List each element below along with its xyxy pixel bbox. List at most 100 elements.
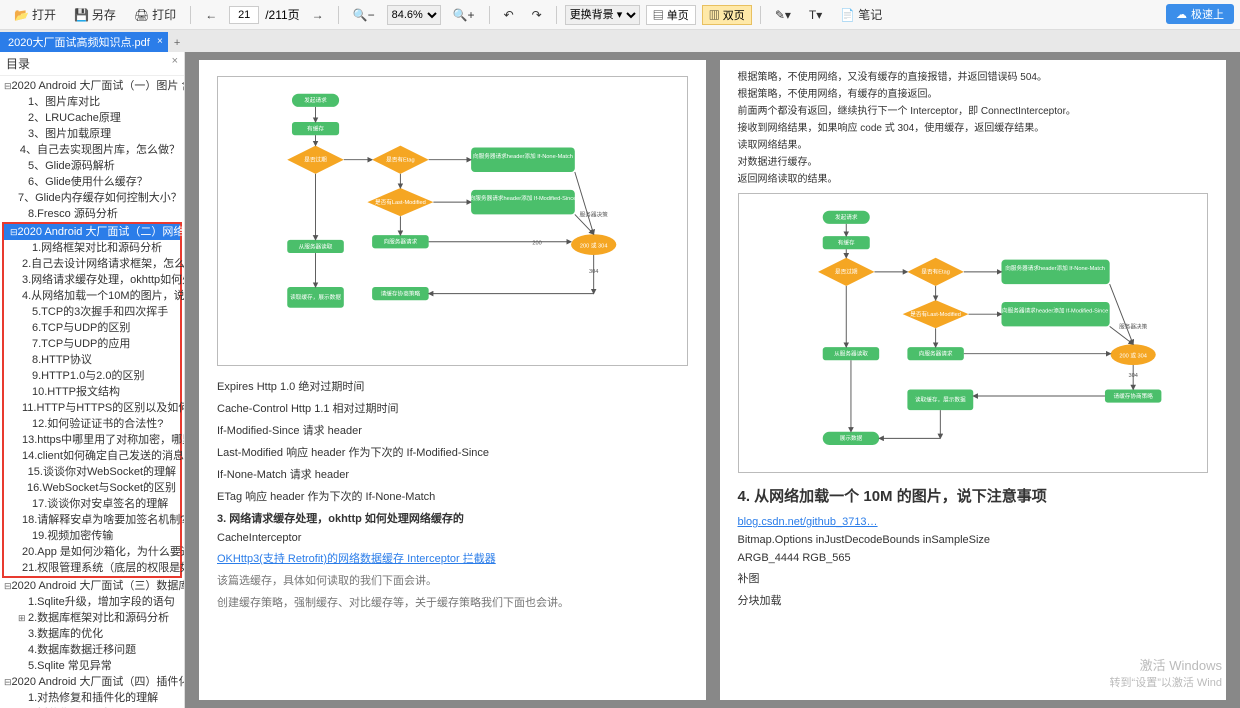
cloud-icon: ☁	[1176, 8, 1187, 21]
page-input[interactable]	[229, 6, 259, 24]
svg-text:是否有Etag: 是否有Etag	[921, 268, 949, 276]
text-line: 前面两个都没有返回，继续执行下一个 Interceptor，即 ConnectI…	[738, 104, 1209, 119]
outline-item[interactable]: 13.https中哪里用了对称加密，哪里用	[4, 432, 180, 448]
single-page-button[interactable]: ▤ 单页	[646, 5, 696, 25]
outline-item[interactable]: 4.从网络加载一个10M的图片，说下注	[4, 288, 180, 304]
outline-item[interactable]: 6.TCP与UDP的区别	[4, 320, 180, 336]
note-button[interactable]: 📄笔记	[834, 4, 888, 25]
text-line: 返回网络读取的结果。	[738, 172, 1209, 187]
outline-header: 目录×	[0, 52, 184, 76]
outline-item[interactable]: 1.网络框架对比和源码分析	[4, 240, 180, 256]
text-line: CacheInterceptor	[217, 532, 688, 544]
outline-item[interactable]: 21.权限管理系统（底层的权限是如何	[4, 560, 180, 576]
zoom-select[interactable]: 84.6%	[387, 5, 441, 25]
background-select[interactable]: 更换背景 ▾	[565, 5, 640, 25]
text-line: ARGB_4444 RGB_565	[738, 552, 1209, 564]
svg-text:向服务器请求: 向服务器请求	[918, 350, 952, 358]
close-icon[interactable]: ×	[157, 36, 163, 47]
add-tab-button[interactable]: +	[168, 34, 186, 52]
flowchart-left: 发起请求 有缓存 是否过期 是否有Etag 向服务器请求header添加 If-…	[217, 76, 688, 366]
outline-item[interactable]: 11.HTTP与HTTPS的区别以及如何实现	[4, 400, 180, 416]
outline-item[interactable]: 2.自己去设计网络请求框架，怎么做？	[4, 256, 180, 272]
undo-button[interactable]: ↶	[498, 6, 520, 24]
outline-item[interactable]: 3、图片加载原理	[0, 126, 184, 142]
print-icon: 🖨	[134, 8, 149, 22]
outline-item[interactable]: 6、Glide使用什么缓存？	[0, 174, 184, 190]
outline-item[interactable]: 1、图片库对比	[0, 94, 184, 110]
outline-item[interactable]: ⊞2.数据库框架对比和源码分析	[0, 610, 184, 626]
double-page-button[interactable]: ▥ 双页	[702, 5, 752, 25]
svg-text:读取缓存，展示数据: 读取缓存，展示数据	[915, 396, 966, 404]
open-button[interactable]: 📂打开	[8, 4, 62, 25]
text-line: Last-Modified 响应 header 作为下次的 If-Modifie…	[217, 444, 688, 460]
text-line: 补图	[738, 570, 1209, 586]
outline-item[interactable]: 2、LRUCache原理	[0, 110, 184, 126]
svg-text:向服务器请求header添加 If-Modified-Sin: 向服务器请求header添加 If-Modified-Since	[470, 194, 577, 202]
save-icon: 💾	[74, 8, 89, 22]
outline-item[interactable]: 15.谈谈你对WebSocket的理解	[4, 464, 180, 480]
outline-item[interactable]: 16.WebSocket与Socket的区别	[4, 480, 180, 496]
close-icon[interactable]: ×	[172, 55, 178, 67]
svg-text:有缓存: 有缓存	[307, 124, 324, 132]
save-button[interactable]: 💾另存	[68, 4, 122, 25]
outline-item[interactable]: 4、自己去实现图片库，怎么做？	[0, 142, 184, 158]
open-icon: 📂	[14, 8, 29, 22]
windows-watermark: 激活 Windows 转到“设置”以激活 Wind	[1110, 655, 1222, 690]
hyperlink[interactable]: blog.csdn.net/github_3713…	[738, 516, 1209, 528]
outline-sidebar: 目录× ⊟2020 Android 大厂面试（一）图片 含 答… 1、图片库对比…	[0, 52, 185, 708]
text-line: Bitmap.Options inJustDecodeBounds inSamp…	[738, 534, 1209, 546]
outline-item[interactable]: 20.App 是如何沙箱化，为什么要这么	[4, 544, 180, 560]
svg-text:是否有Last-Modified: 是否有Last-Modified	[910, 310, 961, 318]
outline-section[interactable]: ⊟2020 Android 大厂面试（一）图片 含 答…	[0, 78, 184, 94]
outline-item[interactable]: 1.对热修复和插件化的理解	[0, 690, 184, 706]
outline-item[interactable]: 8.HTTP协议	[4, 352, 180, 368]
text-line: If-Modified-Since 请求 header	[217, 422, 688, 438]
outline-tree[interactable]: ⊟2020 Android 大厂面试（一）图片 含 答… 1、图片库对比2、LR…	[0, 76, 184, 708]
outline-item[interactable]: 14.client如何确定自己发送的消息被se	[4, 448, 180, 464]
text-button[interactable]: T▾	[803, 6, 828, 24]
outline-item[interactable]: 9.HTTP1.0与2.0的区别	[4, 368, 180, 384]
zoom-in-button[interactable]: 🔍+	[447, 6, 481, 24]
file-tab[interactable]: 2020大厂面试高频知识点.pdf×	[0, 32, 168, 52]
outline-item[interactable]: 3.网络请求缓存处理，okhttp如何处理	[4, 272, 180, 288]
outline-item[interactable]: 12.如何验证证书的合法性?	[4, 416, 180, 432]
outline-item[interactable]: 5.TCP的3次握手和四次挥手	[4, 304, 180, 320]
page-total: /211页	[265, 6, 299, 23]
outline-item[interactable]: 3.数据库的优化	[0, 626, 184, 642]
outline-item[interactable]: 10.HTTP报文结构	[4, 384, 180, 400]
note-icon: 📄	[840, 8, 855, 22]
zoom-out-button[interactable]: 🔍−	[347, 6, 381, 24]
svg-text:服务器决策: 服务器决策	[1119, 322, 1148, 330]
outline-section[interactable]: ⊟2020 Android 大厂面试（三）数据库 含	[0, 578, 184, 594]
page-viewer[interactable]: 发起请求 有缓存 是否过期 是否有Etag 向服务器请求header添加 If-…	[185, 52, 1240, 708]
highlight-button[interactable]: ✎▾	[769, 6, 797, 24]
hyperlink[interactable]: OKHttp3(支持 Retrofit)的网络数据缓存 Interceptor …	[217, 550, 688, 566]
next-page-button[interactable]: →	[306, 6, 330, 24]
outline-item[interactable]: 7.TCP与UDP的应用	[4, 336, 180, 352]
outline-item[interactable]: 17.谈谈你对安卓签名的理解	[4, 496, 180, 512]
outline-item[interactable]: 5、Glide源码解析	[0, 158, 184, 174]
svg-text:发起请求: 发起请求	[304, 96, 327, 104]
outline-section-active[interactable]: ⊟2020 Android 大厂面试（二）网络和安…	[4, 224, 180, 240]
redo-button[interactable]: ↷	[526, 6, 548, 24]
outline-item[interactable]: 19.视频加密传输	[4, 528, 180, 544]
pdf-page-left: 发起请求 有缓存 是否过期 是否有Etag 向服务器请求header添加 If-…	[199, 60, 706, 700]
outline-item[interactable]: 4.数据库数据迁移问题	[0, 642, 184, 658]
prev-page-button[interactable]: ←	[199, 6, 223, 24]
cloud-badge[interactable]: ☁极速上	[1166, 4, 1234, 24]
outline-item[interactable]: 1.Sqlite升级，增加字段的语句	[0, 594, 184, 610]
outline-section[interactable]: ⊟2020 Android 大厂面试（四）插件化、…	[0, 674, 184, 690]
pdf-page-right: 根据策略，不使用网络，又没有缓存的直接报错，并返回错误码 504。 根据策略，不…	[720, 60, 1227, 700]
outline-item[interactable]: 7、Glide内存缓存如何控制大小？	[0, 190, 184, 206]
heading: 3. 网络请求缓存处理，okhttp 如何处理网络缓存的	[217, 510, 688, 526]
outline-item[interactable]: 8.Fresco 源码分析	[0, 206, 184, 222]
toolbar: 📂打开 💾另存 🖨打印 ← /211页 → 🔍− 84.6% 🔍+ ↶ ↷ 更换…	[0, 0, 1240, 30]
svg-text:展示数据: 展示数据	[839, 434, 862, 442]
outline-item[interactable]: 5.Sqlite 常见异常	[0, 658, 184, 674]
text-line: Cache-Control Http 1.1 相对过期时间	[217, 400, 688, 416]
text-line: 该篇选缓存，具体如何读取的我们下面会讲。	[217, 572, 688, 588]
print-button[interactable]: 🖨打印	[128, 4, 182, 25]
svg-text:发起请求: 发起请求	[834, 213, 857, 221]
outline-item[interactable]: 18.请解释安卓为啥要加签名机制?	[4, 512, 180, 528]
text-line: If-None-Match 请求 header	[217, 466, 688, 482]
